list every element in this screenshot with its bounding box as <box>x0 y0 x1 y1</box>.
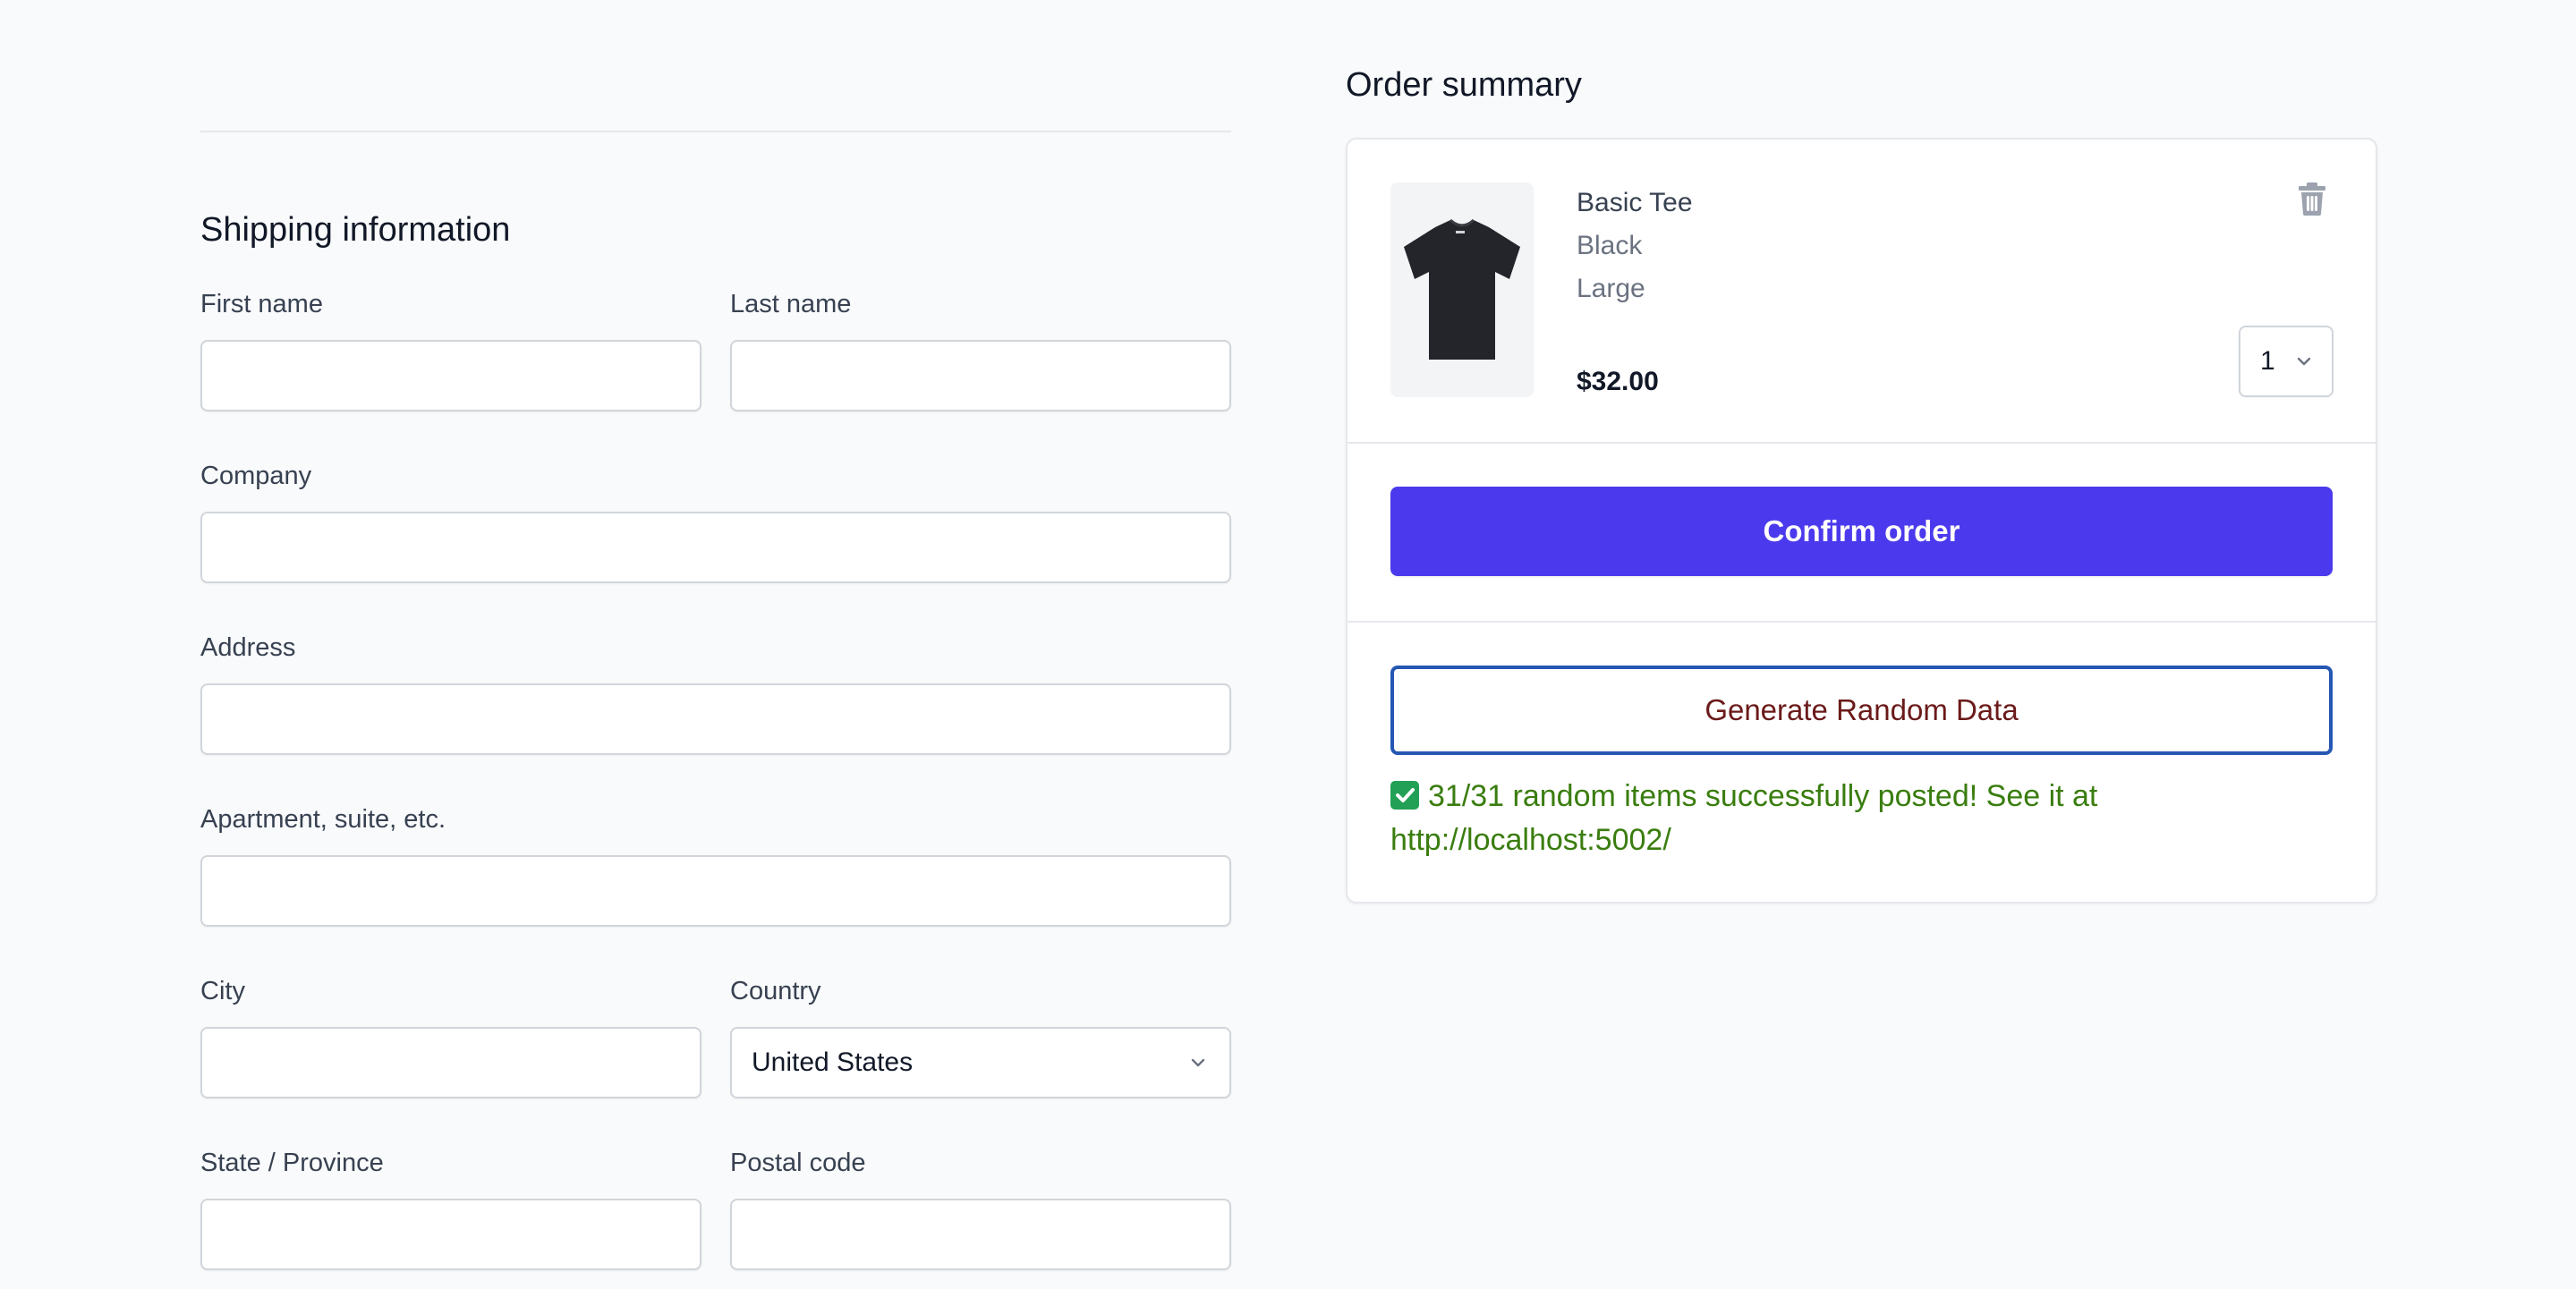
apartment-label: Apartment, suite, etc. <box>200 805 446 834</box>
check-mark-icon <box>1390 781 1419 810</box>
card-divider <box>1348 442 2376 444</box>
address-label: Address <box>200 633 296 662</box>
quantity-select[interactable]: 1 <box>2239 326 2334 397</box>
state-field[interactable] <box>200 1199 701 1270</box>
product-name: Basic Tee <box>1577 188 1693 217</box>
chevron-down-icon <box>2292 350 2316 373</box>
country-select-value: United States <box>752 1047 914 1077</box>
trash-icon[interactable] <box>2296 181 2328 216</box>
order-summary-card: Basic Tee Black Large $32.00 1 Confirm o… <box>1346 138 2377 903</box>
company-label: Company <box>200 462 312 490</box>
order-summary-title: Order summary <box>1346 66 1582 104</box>
shipping-title: Shipping information <box>200 211 511 249</box>
last-name-field[interactable] <box>730 340 1231 411</box>
last-name-label: Last name <box>730 290 852 318</box>
chevron-down-icon <box>1186 1051 1210 1074</box>
state-label: State / Province <box>200 1149 384 1177</box>
company-field[interactable] <box>200 512 1231 583</box>
product-price: $32.00 <box>1577 367 1659 396</box>
card-divider <box>1348 621 2376 623</box>
country-select[interactable]: United States <box>730 1027 1231 1098</box>
country-label: Country <box>730 977 821 1005</box>
postal-code-field[interactable] <box>730 1199 1231 1270</box>
first-name-label: First name <box>200 290 323 318</box>
black-tshirt-image <box>1390 182 1534 397</box>
section-divider <box>200 131 1231 132</box>
city-label: City <box>200 977 245 1005</box>
confirm-order-button[interactable]: Confirm order <box>1390 487 2333 576</box>
quantity-value: 1 <box>2260 346 2275 376</box>
generate-random-data-button[interactable]: Generate Random Data <box>1390 666 2333 755</box>
status-message-text: 31/31 random items successfully posted! … <box>1390 779 2098 857</box>
postal-code-label: Postal code <box>730 1149 866 1177</box>
first-name-field[interactable] <box>200 340 701 411</box>
status-message: 31/31 random items successfully posted! … <box>1390 775 2285 862</box>
city-field[interactable] <box>200 1027 701 1098</box>
address-field[interactable] <box>200 683 1231 755</box>
product-size: Large <box>1577 274 1645 303</box>
product-color: Black <box>1577 231 1643 260</box>
apartment-field[interactable] <box>200 855 1231 927</box>
